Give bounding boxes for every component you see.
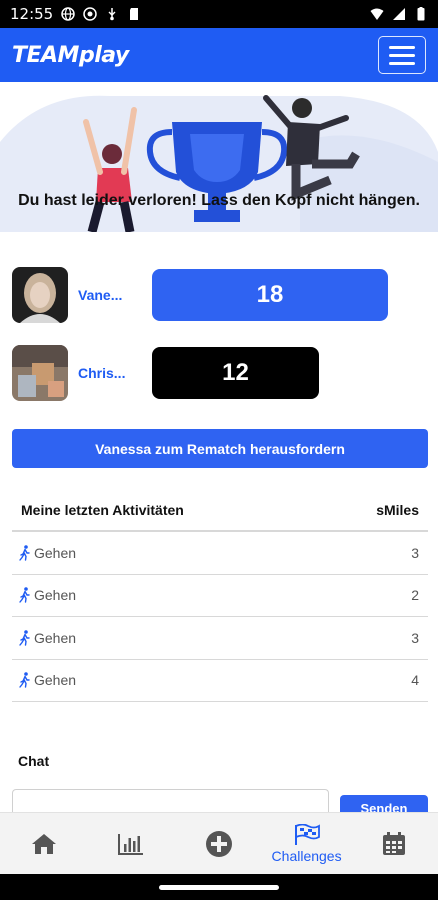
app-header: TEAMplay (0, 28, 438, 82)
player-name[interactable]: Vane... (78, 287, 138, 303)
player-score: 18 (152, 269, 388, 321)
home-icon (31, 833, 56, 854)
table-row[interactable]: Gehen 2 (12, 575, 428, 617)
rematch-button[interactable]: Vanessa zum Rematch herausfordern (12, 429, 428, 468)
result-message: Du hast leider verloren! Lass den Kopf n… (18, 192, 420, 209)
teamplay-logo[interactable]: TEAMplay (12, 43, 129, 68)
sd-card-icon (130, 8, 139, 20)
flag-icon (294, 823, 320, 845)
menu-bar (389, 53, 415, 57)
player-score: 12 (152, 347, 319, 399)
logo-play-text: play (78, 42, 129, 68)
table-row[interactable]: Gehen 3 (12, 617, 428, 660)
activities-table: Meine letzten Aktivitäten sMiles Gehen 3… (12, 490, 428, 702)
walking-icon (19, 544, 30, 561)
bar-chart-icon (118, 833, 144, 855)
player-photo-icon (12, 267, 68, 323)
gesture-bar (0, 874, 438, 900)
avatar[interactable] (12, 267, 68, 323)
table-header: Meine letzten Aktivitäten sMiles (12, 490, 428, 532)
activity-label: Gehen (34, 672, 77, 689)
globe-icon (61, 7, 75, 21)
battery-icon (417, 7, 425, 21)
nav-add[interactable] (175, 813, 263, 874)
avatar[interactable] (12, 345, 68, 401)
signal-icon (393, 8, 405, 20)
logo-team-text: TEAM (12, 42, 79, 68)
activity-label: Gehen (34, 544, 77, 561)
nav-home[interactable] (0, 813, 88, 874)
header-smiles: sMiles (376, 502, 419, 518)
status-bar: 12:55 (0, 0, 438, 28)
walking-icon (19, 587, 30, 603)
activity-smiles: 4 (411, 672, 419, 689)
wifi-icon (370, 8, 384, 20)
settings-icon (83, 7, 97, 21)
activity-smiles: 3 (411, 544, 419, 561)
player-row: Chris... 12 (12, 345, 432, 401)
player-name[interactable]: Chris... (78, 365, 138, 381)
plus-circle-icon (205, 830, 232, 857)
calendar-icon (383, 831, 406, 855)
activity-smiles: 3 (411, 629, 419, 646)
header-activities: Meine letzten Aktivitäten (21, 502, 184, 518)
table-row[interactable]: Gehen 3 (12, 532, 428, 575)
activity-label: Gehen (34, 587, 77, 604)
nav-challenges-label: Challenges (271, 847, 342, 864)
menu-bar (389, 45, 415, 49)
usb-icon (108, 8, 116, 21)
hamburger-menu-button[interactable] (378, 36, 426, 74)
chat-heading: Chat (18, 753, 50, 769)
nav-calendar[interactable] (350, 813, 438, 874)
home-indicator[interactable] (159, 885, 279, 890)
activity-label: Gehen (34, 629, 77, 646)
menu-bar (389, 61, 415, 65)
table-row[interactable]: Gehen 4 (12, 660, 428, 702)
player-photo-icon (12, 345, 68, 401)
activity-smiles: 2 (411, 587, 419, 604)
walking-icon (19, 629, 30, 646)
player-row: Vane... 18 (12, 267, 432, 323)
status-time: 12:55 (10, 5, 54, 23)
nav-stats[interactable] (88, 813, 176, 874)
walking-icon (19, 672, 30, 688)
bottom-navigation: Challenges (0, 812, 438, 874)
nav-challenges[interactable]: Challenges (263, 813, 351, 874)
